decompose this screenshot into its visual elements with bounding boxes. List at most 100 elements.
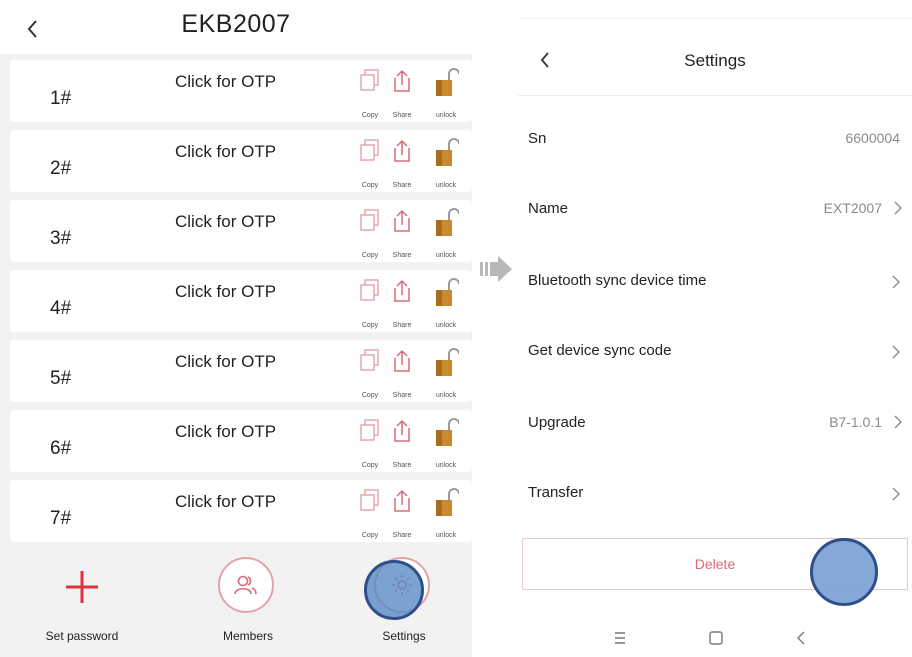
- copy-button[interactable]: Copy: [354, 348, 386, 399]
- click-for-otp-button[interactable]: Click for OTP: [175, 212, 276, 232]
- unlock-button[interactable]: unlock: [430, 208, 462, 259]
- chevron-right-icon: [894, 415, 902, 429]
- share-button[interactable]: Share: [386, 348, 418, 399]
- share-label: Share: [392, 182, 412, 189]
- share-label: Share: [392, 112, 412, 119]
- copy-button[interactable]: Copy: [354, 208, 386, 259]
- chevron-right-icon: [894, 201, 902, 215]
- unlock-label: unlock: [435, 392, 457, 399]
- click-for-otp-button[interactable]: Click for OTP: [175, 72, 276, 92]
- share-button[interactable]: Share: [386, 488, 418, 539]
- unlock-icon: [436, 68, 459, 96]
- nav-back-button[interactable]: [788, 626, 816, 650]
- menu-icon: [615, 632, 625, 644]
- sync-code-row[interactable]: Get device sync code: [518, 318, 912, 388]
- click-for-otp-button[interactable]: Click for OTP: [175, 352, 276, 372]
- square-icon: [709, 631, 723, 645]
- unlock-label: unlock: [435, 322, 457, 329]
- unlock-label: unlock: [435, 112, 457, 119]
- bluetooth-sync-row[interactable]: Bluetooth sync device time: [518, 248, 912, 318]
- click-for-otp-button[interactable]: Click for OTP: [175, 492, 276, 512]
- unlock-button[interactable]: unlock: [430, 348, 462, 399]
- sn-row: Sn 6600004: [518, 106, 912, 176]
- members-icon-wrap: [218, 557, 278, 617]
- share-button[interactable]: Share: [386, 138, 418, 189]
- share-button[interactable]: Share: [386, 68, 418, 119]
- share-label: Share: [392, 532, 412, 539]
- share-button[interactable]: Share: [386, 278, 418, 329]
- unlock-label: unlock: [435, 182, 457, 189]
- unlock-label: unlock: [435, 252, 457, 259]
- slot-number: 5#: [50, 368, 72, 389]
- copy-icon: [360, 69, 379, 91]
- share-label: Share: [392, 252, 412, 259]
- share-icon: [394, 489, 410, 512]
- settings-header: Settings: [518, 18, 912, 96]
- unlock-button[interactable]: unlock: [430, 68, 462, 119]
- page-title: EKB2007: [181, 10, 291, 38]
- click-for-otp-button[interactable]: Click for OTP: [175, 142, 276, 162]
- tap-indicator: [810, 538, 878, 606]
- unlock-icon: [436, 418, 459, 446]
- transfer-row[interactable]: Transfer: [518, 460, 912, 530]
- share-icon: [394, 349, 410, 372]
- otp-screen: EKB2007 1# Click for OTP Copy Share unlock 2#…: [0, 0, 472, 657]
- slot-number: 4#: [50, 298, 72, 319]
- slot-number: 3#: [50, 228, 72, 249]
- sn-value: 6600004: [845, 130, 900, 146]
- copy-button[interactable]: Copy: [354, 68, 386, 119]
- unlock-button[interactable]: unlock: [430, 418, 462, 469]
- copy-icon: [360, 419, 379, 441]
- unlock-button[interactable]: unlock: [430, 138, 462, 189]
- unlock-label: unlock: [435, 532, 457, 539]
- name-value: EXT2007: [823, 200, 882, 216]
- unlock-icon: [436, 138, 459, 166]
- chevron-right-icon: [892, 275, 900, 289]
- share-icon: [394, 139, 410, 162]
- otp-row: 3# Click for OTP Copy Share unlock: [10, 200, 472, 262]
- otp-row: 4# Click for OTP Copy Share unlock: [10, 270, 472, 332]
- copy-icon: [360, 349, 379, 371]
- otp-row: 1# Click for OTP Copy Share unlock: [10, 60, 472, 122]
- nav-home-button[interactable]: [702, 626, 730, 650]
- bluetooth-sync-label: Bluetooth sync device time: [528, 272, 707, 289]
- arrow-right-icon: [480, 256, 512, 282]
- members-button[interactable]: Members: [188, 545, 308, 657]
- otp-row: 2# Click for OTP Copy Share unlock: [10, 130, 472, 192]
- click-for-otp-button[interactable]: Click for OTP: [175, 422, 276, 442]
- unlock-button[interactable]: unlock: [430, 488, 462, 539]
- left-header: EKB2007: [0, 0, 472, 54]
- copy-button[interactable]: Copy: [354, 138, 386, 189]
- copy-button[interactable]: Copy: [354, 418, 386, 469]
- unlock-icon: [436, 348, 459, 376]
- system-nav-bar: [518, 618, 912, 657]
- otp-row: 6# Click for OTP Copy Share unlock: [10, 410, 472, 472]
- share-label: Share: [392, 462, 412, 469]
- slot-number: 7#: [50, 508, 72, 529]
- share-icon: [394, 69, 410, 92]
- copy-button[interactable]: Copy: [354, 278, 386, 329]
- unlock-icon: [436, 488, 459, 516]
- tap-indicator: [364, 560, 424, 620]
- settings-title: Settings: [684, 51, 746, 70]
- share-button[interactable]: Share: [386, 418, 418, 469]
- settings-label: Settings: [382, 629, 426, 643]
- otp-row: 7# Click for OTP Copy Share unlock: [10, 480, 472, 542]
- unlock-button[interactable]: unlock: [430, 278, 462, 329]
- otp-list: 1# Click for OTP Copy Share unlock 2# Click fo…: [10, 60, 472, 550]
- chevron-left-icon: [797, 631, 805, 645]
- upgrade-value: B7-1.0.1: [829, 414, 882, 430]
- unlock-label: unlock: [435, 462, 457, 469]
- click-for-otp-button[interactable]: Click for OTP: [175, 282, 276, 302]
- copy-button[interactable]: Copy: [354, 488, 386, 539]
- sync-code-label: Get device sync code: [528, 342, 672, 359]
- chevron-right-icon: [892, 345, 900, 359]
- share-icon: [394, 419, 410, 442]
- set-password-button[interactable]: Set password: [22, 545, 142, 657]
- upgrade-row[interactable]: Upgrade B7-1.0.1: [518, 390, 912, 460]
- copy-icon: [360, 209, 379, 231]
- nav-menu-button[interactable]: [606, 626, 634, 650]
- share-button[interactable]: Share: [386, 208, 418, 259]
- slot-number: 1#: [50, 88, 72, 109]
- name-row[interactable]: Name EXT2007: [518, 176, 912, 246]
